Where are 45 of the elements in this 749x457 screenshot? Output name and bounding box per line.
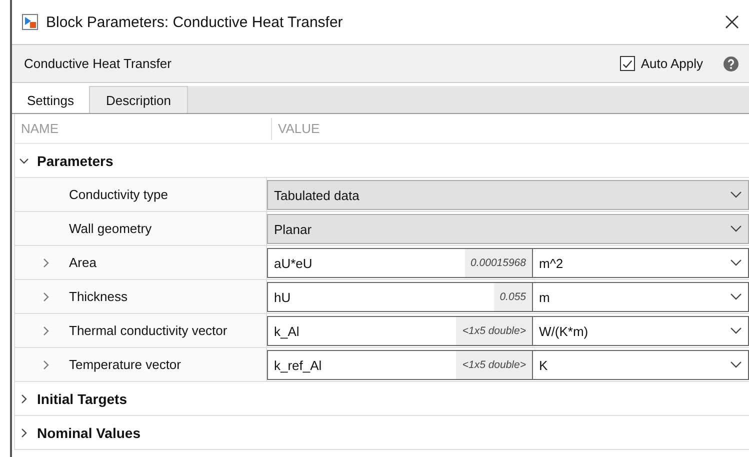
value-field[interactable]: hU 0.055 — [267, 282, 533, 312]
evaluated-value: <1x5 double> — [456, 317, 532, 345]
parameter-name: Thickness — [69, 289, 128, 304]
unit-dropdown[interactable]: K — [533, 350, 749, 380]
evaluated-value: 0.055 — [494, 283, 532, 311]
column-header: NAME — [15, 118, 272, 140]
parameter-name: Wall geometry — [69, 221, 152, 236]
chevron-icon[interactable] — [41, 326, 51, 336]
caret-icon — [730, 327, 742, 335]
unit-dropdown[interactable]: m^2 — [533, 248, 749, 278]
dropdown[interactable]: Tabulated data — [267, 180, 749, 210]
tab[interactable]: Description — [88, 86, 188, 113]
dropdown[interactable]: Planar — [267, 214, 749, 244]
unit-dropdown[interactable]: W/(K*m) — [533, 316, 749, 346]
section-header[interactable]: Nominal Values — [15, 416, 749, 450]
caret-icon — [730, 191, 742, 199]
parameter-name: Area — [69, 255, 96, 270]
value-field[interactable]: k_Al <1x5 double> — [267, 316, 533, 346]
block-name: Conductive Heat Transfer — [24, 56, 172, 71]
chevron-icon[interactable] — [41, 258, 51, 268]
chevron-icon[interactable] — [41, 292, 51, 302]
evaluated-value: 0.00015968 — [464, 249, 532, 277]
parameter-name: Temperature vector — [69, 357, 181, 372]
section-header[interactable]: Initial Targets — [15, 382, 749, 416]
auto-apply-checkbox[interactable]: Auto Apply — [620, 56, 703, 71]
parameter-name: Conductivity type — [69, 187, 168, 202]
caret-icon — [730, 259, 742, 267]
chevron-icon[interactable] — [41, 360, 51, 370]
help-icon[interactable] — [723, 56, 739, 72]
close-icon[interactable] — [725, 15, 739, 29]
tab[interactable]: Settings — [12, 86, 89, 113]
value-field[interactable]: k_ref_Al <1x5 double> — [267, 350, 533, 380]
window-title: Block Parameters: Conductive Heat Transfer — [46, 14, 344, 30]
chevron-icon — [19, 156, 29, 166]
caret-icon — [730, 361, 742, 369]
block-icon — [22, 14, 38, 30]
chevron-icon — [19, 428, 29, 438]
caret-icon — [730, 225, 742, 233]
evaluated-value: <1x5 double> — [456, 351, 532, 379]
value-field[interactable]: aU*eU 0.00015968 — [267, 248, 533, 278]
column-header: VALUE — [277, 121, 320, 136]
unit-dropdown[interactable]: m — [533, 282, 749, 312]
parameter-name: Thermal conductivity vector — [69, 323, 228, 338]
caret-icon — [730, 293, 742, 301]
chevron-icon — [19, 394, 29, 404]
